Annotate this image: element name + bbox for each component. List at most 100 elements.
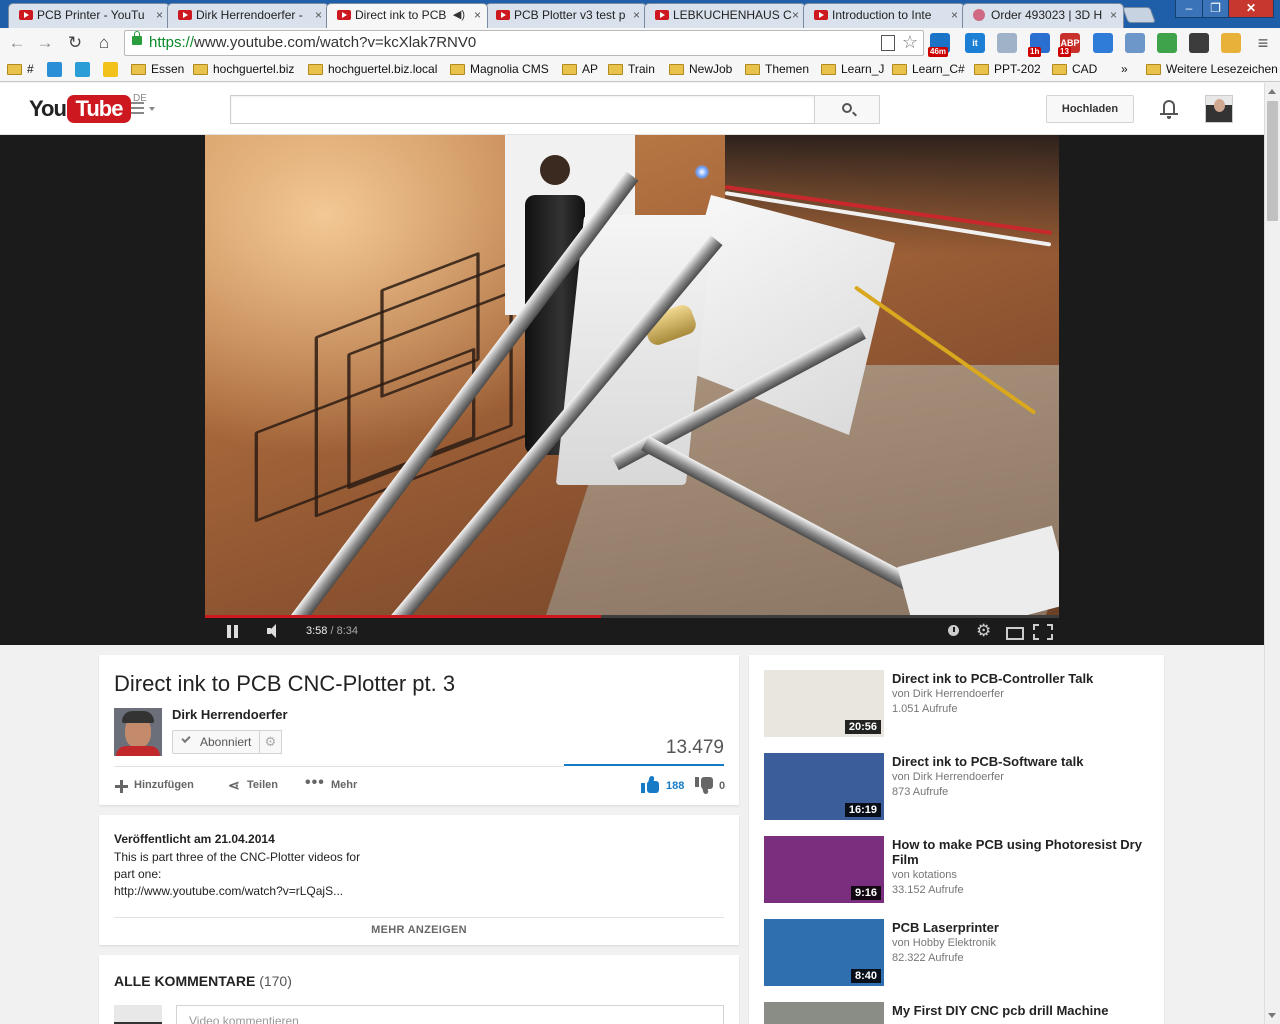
comment-input[interactable]: Video kommentieren bbox=[176, 1005, 724, 1024]
dislike-button[interactable]: 0 bbox=[695, 777, 727, 795]
related-video-title[interactable]: My First DIY CNC pcb drill Machine bbox=[892, 1003, 1154, 1018]
theater-mode-icon[interactable] bbox=[1006, 624, 1024, 640]
fullscreen-icon[interactable] bbox=[1033, 624, 1053, 640]
lock-icon bbox=[132, 31, 142, 45]
video-thumbnail[interactable]: 8:40 bbox=[764, 919, 884, 986]
related-video-title[interactable]: Direct ink to PCB-Software talk bbox=[892, 754, 1154, 769]
video-thumbnail[interactable] bbox=[764, 1002, 884, 1024]
browser-tab[interactable]: PCB Plotter v3 test p × bbox=[485, 3, 647, 28]
bookmark-folder[interactable]: Learn_C# bbox=[892, 62, 965, 76]
related-video-item[interactable]: 20:56 Direct ink to PCB-Controller Talk vo… bbox=[764, 670, 1154, 738]
browser-tab[interactable]: PCB Printer - YouTu × bbox=[8, 3, 170, 28]
close-icon[interactable]: × bbox=[633, 4, 640, 26]
related-video-item[interactable]: My First DIY CNC pcb drill Machine bbox=[764, 1002, 1154, 1024]
extension-it-icon[interactable]: it bbox=[965, 33, 985, 53]
forward-arrow-icon[interactable]: → bbox=[34, 32, 56, 54]
bookmark-folder[interactable]: Essen bbox=[131, 62, 184, 76]
extension-calendar-46m-icon[interactable]: 46m bbox=[928, 33, 950, 57]
bookmark-folder[interactable]: Train bbox=[608, 62, 655, 76]
extension-evernote-icon[interactable] bbox=[1157, 33, 1177, 53]
youtube-icon bbox=[178, 10, 192, 20]
volume-icon[interactable] bbox=[267, 624, 281, 640]
video-thumbnail[interactable]: 9:16 bbox=[764, 836, 884, 903]
extension-calendar-1h-icon[interactable]: 1h bbox=[1028, 33, 1050, 57]
video-frame[interactable] bbox=[205, 135, 1059, 615]
bookmark-folder[interactable]: NewJob bbox=[669, 62, 732, 76]
share-button[interactable]: ⋖ Teilen bbox=[228, 778, 278, 792]
divider bbox=[114, 917, 724, 918]
like-button[interactable]: 188 bbox=[641, 775, 686, 795]
back-arrow-icon[interactable]: ← bbox=[6, 32, 28, 54]
bookmark-folder[interactable]: # bbox=[7, 62, 34, 76]
bookmark-folder[interactable]: hochguertel.biz bbox=[193, 62, 294, 76]
related-video-item[interactable]: 16:19 Direct ink to PCB-Software talk von … bbox=[764, 753, 1154, 821]
related-video-title[interactable]: Direct ink to PCB-Controller Talk bbox=[892, 671, 1154, 686]
bookmark-folder[interactable]: PPT-202 bbox=[974, 62, 1041, 76]
search-input[interactable] bbox=[230, 95, 815, 124]
watch-later-icon[interactable] bbox=[948, 624, 961, 640]
address-bar[interactable]: https://www.youtube.com/watch?v=kcXlak7R… bbox=[124, 30, 924, 56]
browser-tab[interactable]: Order 493023 | 3D H × bbox=[962, 3, 1124, 28]
bookmarks-overflow-button[interactable]: » bbox=[1101, 62, 1128, 76]
extension-menu-icon[interactable]: ≡ bbox=[1253, 33, 1273, 53]
minimize-button[interactable]: ‒ bbox=[1175, 0, 1203, 18]
show-more-button[interactable]: MEHR ANZEIGEN bbox=[99, 924, 739, 936]
related-video-item[interactable]: 9:16 How to make PCB using Photoresist Dr… bbox=[764, 836, 1154, 904]
extension-tower-icon[interactable] bbox=[1189, 33, 1209, 53]
channel-avatar[interactable] bbox=[114, 708, 162, 756]
site-favicon-icon bbox=[103, 62, 118, 77]
search-button[interactable] bbox=[814, 95, 880, 124]
description-link[interactable]: http://www.youtube.com/watch?v=rLQajS... bbox=[114, 884, 343, 898]
subscription-settings-icon[interactable]: ⚙ bbox=[260, 730, 282, 754]
star-icon[interactable]: ☆ bbox=[902, 32, 918, 53]
close-icon[interactable]: × bbox=[315, 4, 322, 26]
other-bookmarks-folder[interactable]: Weitere Lesezeichen bbox=[1146, 62, 1278, 76]
pause-icon[interactable] bbox=[227, 624, 239, 640]
page-scrollbar[interactable] bbox=[1264, 83, 1280, 1024]
guide-menu-icon[interactable] bbox=[131, 102, 157, 118]
close-icon[interactable]: × bbox=[1110, 4, 1117, 26]
browser-tab-active[interactable]: Direct ink to PCB ◀) × bbox=[326, 3, 488, 28]
new-tab-button[interactable] bbox=[1122, 7, 1156, 23]
extension-notes-icon[interactable] bbox=[997, 33, 1017, 53]
home-icon[interactable]: ⌂ bbox=[93, 32, 115, 54]
video-thumbnail[interactable]: 16:19 bbox=[764, 753, 884, 820]
close-icon[interactable]: × bbox=[951, 4, 958, 26]
extension-drive-icon[interactable] bbox=[1221, 33, 1241, 53]
page-icon[interactable] bbox=[881, 35, 895, 51]
upload-button[interactable]: Hochladen bbox=[1046, 95, 1134, 123]
close-icon[interactable]: × bbox=[474, 4, 481, 26]
reload-icon[interactable]: ↻ bbox=[64, 32, 86, 54]
browser-tab[interactable]: LEBKUCHENHAUS C × bbox=[644, 3, 806, 28]
close-icon[interactable]: × bbox=[792, 4, 799, 26]
more-button[interactable]: ••• Mehr bbox=[305, 774, 357, 791]
account-avatar[interactable] bbox=[1205, 95, 1233, 123]
gear-icon[interactable]: ⚙ bbox=[976, 622, 992, 640]
browser-tab[interactable]: Dirk Herrendoerfer - × bbox=[167, 3, 329, 28]
bookmark-folder[interactable]: Themen bbox=[745, 62, 809, 76]
related-video-title[interactable]: PCB Laserprinter bbox=[892, 920, 1154, 935]
related-video-item[interactable]: 8:40 PCB Laserprinter von Hobby Elektronik… bbox=[764, 919, 1154, 987]
bookmark-folder[interactable]: Magnolia CMS bbox=[450, 62, 549, 76]
close-window-button[interactable]: ✕ bbox=[1228, 0, 1274, 18]
scroll-up-icon[interactable] bbox=[1268, 89, 1276, 94]
scrollbar-thumb[interactable] bbox=[1267, 101, 1278, 221]
subscribe-button[interactable]: Abonniert bbox=[172, 730, 260, 754]
close-icon[interactable]: × bbox=[156, 4, 163, 26]
channel-name[interactable]: Dirk Herrendoerfer bbox=[172, 707, 288, 722]
extension-adblock-plus-icon[interactable]: ABP 13 bbox=[1058, 33, 1080, 57]
video-thumbnail[interactable]: 20:56 bbox=[764, 670, 884, 737]
extension-window-icon[interactable] bbox=[1093, 33, 1113, 53]
related-video-title[interactable]: How to make PCB using Photoresist Dry Fi… bbox=[892, 837, 1154, 867]
bookmark-folder[interactable]: CAD bbox=[1052, 62, 1097, 76]
browser-tab[interactable]: Introduction to Inte × bbox=[803, 3, 965, 28]
bookmark-folder[interactable]: Learn_J bbox=[821, 62, 884, 76]
notification-bell-icon[interactable] bbox=[1160, 99, 1178, 119]
bookmark-folder[interactable]: AP bbox=[562, 62, 598, 76]
maximize-button[interactable]: ❐ bbox=[1202, 0, 1229, 18]
extension-camera-icon[interactable] bbox=[1125, 33, 1145, 53]
scroll-down-icon[interactable] bbox=[1268, 1013, 1276, 1018]
bookmark-folder[interactable]: hochguertel.biz.local bbox=[308, 62, 437, 76]
view-count: 13.479 bbox=[665, 737, 724, 758]
add-to-button[interactable]: Hinzufügen bbox=[115, 779, 194, 793]
